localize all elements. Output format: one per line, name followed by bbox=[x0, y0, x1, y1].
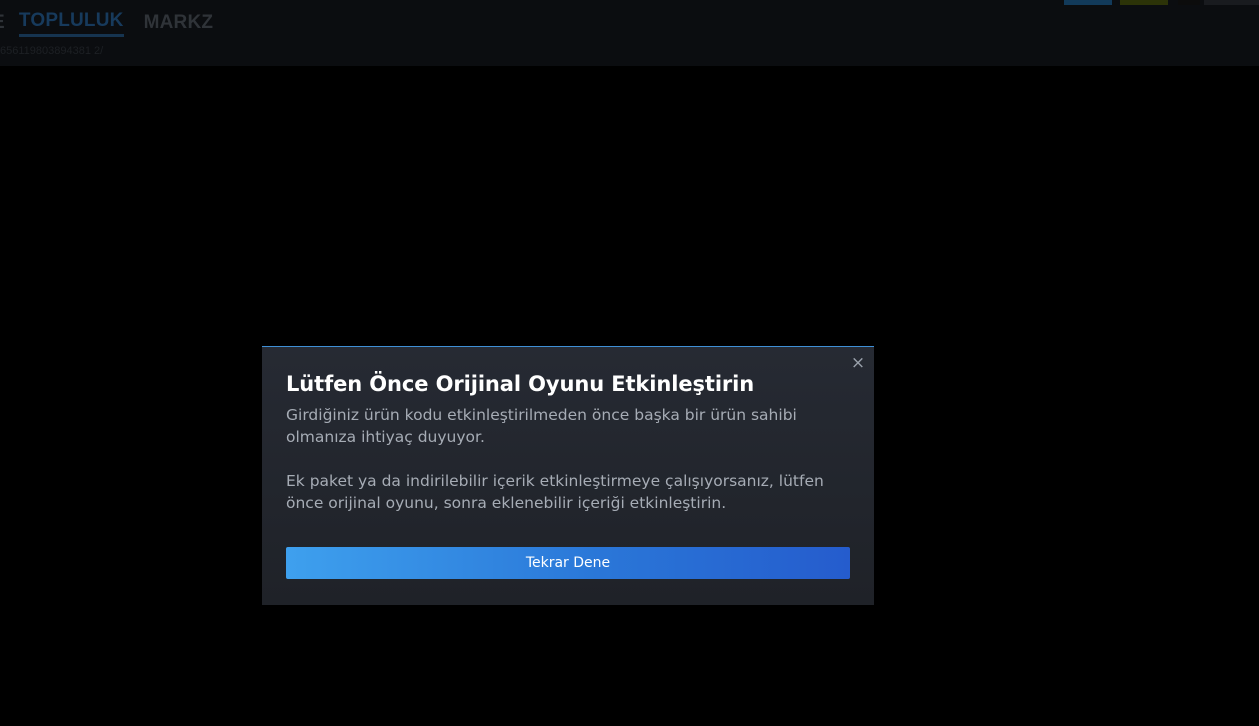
retry-button[interactable]: Tekrar Dene bbox=[286, 547, 850, 579]
header-bar: E TOPLULUK MARKZ 656119803894381 2/ bbox=[0, 0, 1259, 66]
close-icon[interactable]: × bbox=[850, 355, 866, 372]
url-breadcrumb: 656119803894381 2/ bbox=[0, 45, 104, 57]
account-menu[interactable] bbox=[1204, 0, 1259, 5]
dialog-title: Lütfen Önce Orijinal Oyunu Etkinleştirin bbox=[286, 372, 755, 396]
dialog-paragraph-2: Ek paket ya da indirilebilir içerik etki… bbox=[286, 472, 824, 512]
dialog-body: Girdiğiniz ürün kodu etkinleştirilmeden … bbox=[286, 404, 856, 514]
notifications-button[interactable] bbox=[1120, 0, 1168, 5]
dialog-paragraph-1: Girdiğiniz ürün kodu etkinleştirilmeden … bbox=[286, 406, 797, 446]
avatar[interactable] bbox=[1178, 0, 1200, 5]
nav-item-profile[interactable]: MARKZ bbox=[144, 11, 214, 35]
activation-error-dialog: × Lütfen Önce Orijinal Oyunu Etkinleştir… bbox=[262, 346, 874, 605]
page: E TOPLULUK MARKZ 656119803894381 2/ × Lü… bbox=[0, 0, 1259, 726]
main-nav: E TOPLULUK MARKZ bbox=[0, 9, 233, 37]
nav-item-community[interactable]: TOPLULUK bbox=[18, 9, 124, 37]
nav-item-store[interactable]: E bbox=[0, 11, 5, 35]
install-button[interactable] bbox=[1064, 0, 1112, 5]
